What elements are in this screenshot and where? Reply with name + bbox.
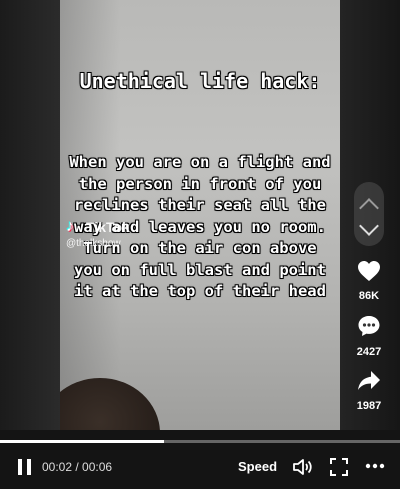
time-display: 00:02 / 00:06 [42, 460, 113, 474]
comment-button[interactable]: 2427 [348, 314, 390, 358]
person-head [60, 378, 160, 430]
watermark-brand: TikTok [86, 219, 130, 235]
chevron-down-icon[interactable] [359, 216, 379, 236]
share-icon [358, 371, 380, 390]
pause-icon[interactable] [18, 459, 32, 475]
overlay-title: Unethical life hack: [79, 69, 321, 93]
speed-button[interactable]: Speed [238, 459, 277, 474]
tiktok-watermark: ♪ ♪ ♪ TikTok @thelkshow [65, 217, 130, 249]
progress-bar[interactable] [0, 440, 400, 443]
progress-fill [0, 440, 164, 443]
like-count: 86K [358, 290, 380, 302]
volume-icon[interactable] [292, 457, 314, 477]
fullscreen-icon[interactable] [329, 457, 349, 477]
share-button[interactable]: 1987 [348, 370, 390, 412]
like-button[interactable]: 86K [348, 260, 390, 302]
comment-icon [358, 316, 380, 336]
video-nav [354, 182, 384, 246]
more-icon[interactable] [365, 463, 385, 469]
chevron-up-icon[interactable] [359, 198, 379, 218]
left-backdrop [0, 0, 60, 430]
watermark-handle: @thelkshow [66, 238, 121, 249]
video-frame[interactable]: Unethical life hack: When you are on a f… [60, 0, 340, 430]
tiktok-logo-icon: ♪ ♪ ♪ [65, 217, 75, 236]
comment-count: 2427 [356, 346, 382, 358]
video-player: Unethical life hack: When you are on a f… [0, 0, 400, 489]
share-count: 1987 [356, 400, 382, 412]
heart-icon [358, 261, 380, 281]
